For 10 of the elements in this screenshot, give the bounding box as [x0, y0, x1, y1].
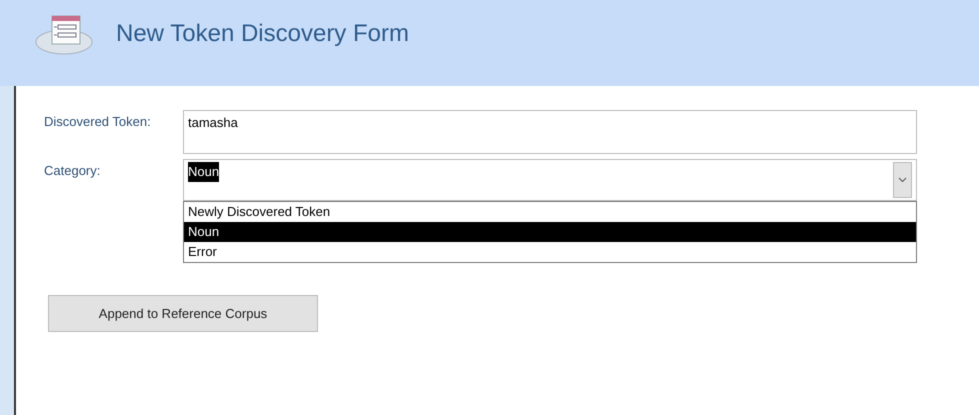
field-label: Category:	[44, 162, 102, 180]
append-button[interactable]: Append to Reference Corpus	[48, 295, 318, 332]
dropdown-button[interactable]	[893, 162, 912, 198]
combo-value: Noun	[188, 162, 220, 182]
category-combo-box[interactable]: Noun	[183, 159, 917, 201]
field-label: Discovered Token:	[44, 113, 152, 131]
token-field[interactable]: tamasha	[183, 110, 917, 154]
form-title: New Token Discovery Form	[116, 19, 409, 49]
chevron-down-icon	[898, 177, 907, 183]
dropdown-option[interactable]: Noun	[184, 222, 916, 242]
